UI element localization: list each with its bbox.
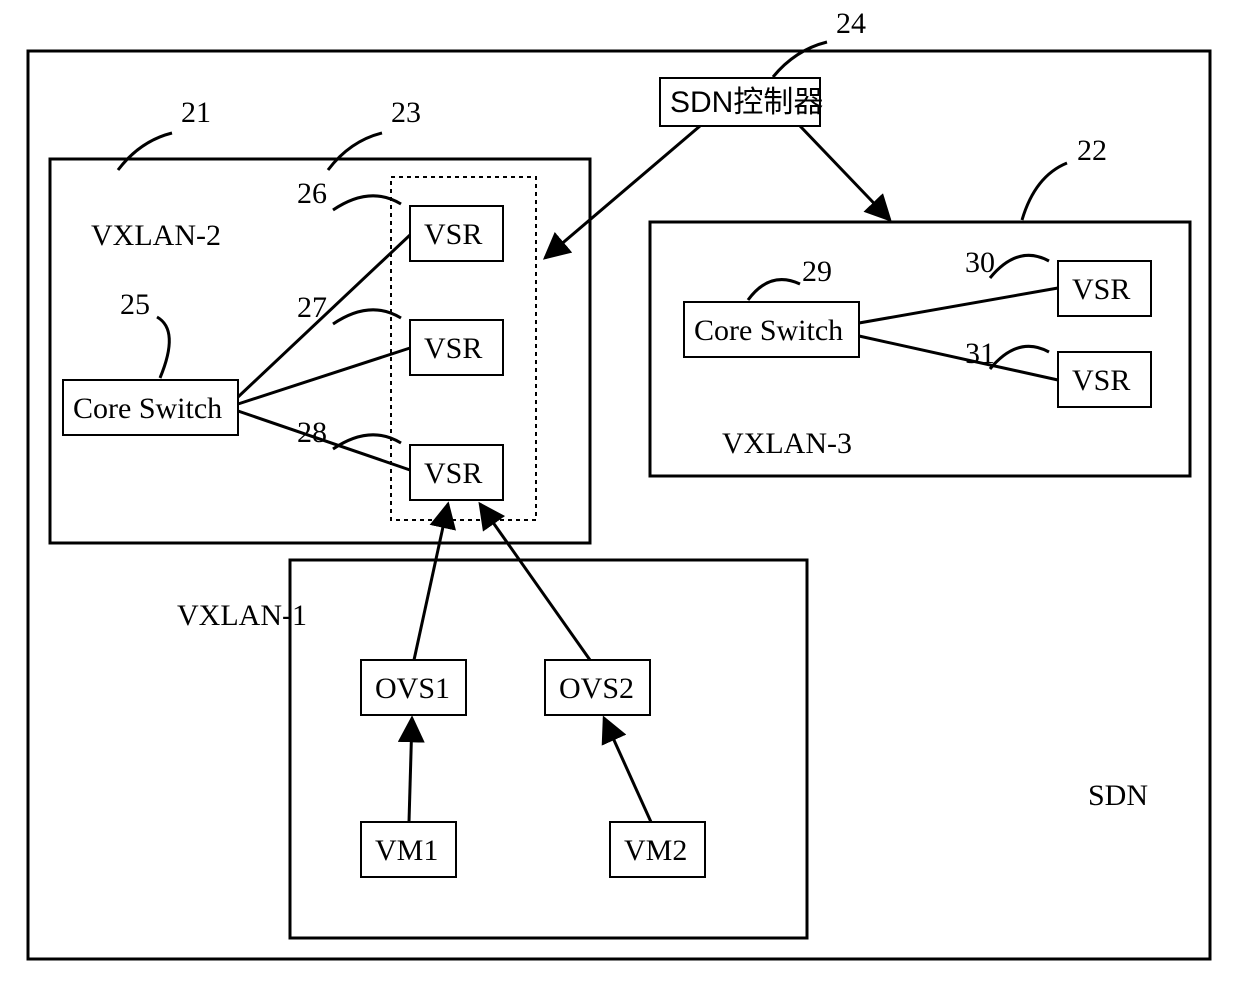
vsr-28-label: VSR (424, 457, 482, 490)
ref-23: 23 (391, 96, 421, 129)
sdn-label: SDN (1088, 779, 1148, 812)
ref-21: 21 (181, 96, 211, 129)
core-switch-a-label: Core Switch (73, 392, 222, 425)
arrow-controller-to-vxlan3 (800, 126, 890, 220)
ref-30: 30 (965, 246, 995, 279)
conn-cs-vsr26 (238, 235, 410, 397)
ref-29: 29 (802, 255, 832, 288)
conn-cs-vsr27 (238, 348, 410, 404)
vm2-label: VM2 (624, 834, 687, 867)
vm1-label: VM1 (375, 834, 438, 867)
vxlan3-label: VXLAN-3 (722, 427, 852, 460)
pointer-21 (118, 133, 172, 170)
vxlan2-region (50, 159, 590, 543)
arrow-vm2-ovs2 (604, 718, 651, 822)
ref-26: 26 (297, 177, 327, 210)
arrow-controller-to-group23 (545, 126, 700, 258)
vsr-27-label: VSR (424, 332, 482, 365)
pointer-25 (157, 317, 169, 378)
arrow-ovs2-vsr28 (480, 504, 590, 660)
sdn-controller-label: SDN控制器 (670, 86, 823, 119)
ref-25: 25 (120, 288, 150, 321)
vxlan1-label: VXLAN-1 (177, 599, 307, 632)
ovs1-label: OVS1 (375, 672, 450, 705)
arrow-ovs1-vsr28 (414, 504, 448, 660)
vsr-30-label: VSR (1072, 273, 1130, 306)
ref-24: 24 (836, 7, 866, 40)
pointer-22 (1022, 163, 1067, 220)
vsr-26-label: VSR (424, 218, 482, 251)
conn-csb-vsr31 (859, 336, 1058, 380)
conn-csb-vsr30 (859, 288, 1058, 323)
vxlan1-region (290, 560, 807, 938)
vsr-31-label: VSR (1072, 364, 1130, 397)
core-switch-b-label: Core Switch (694, 314, 843, 347)
vxlan2-label: VXLAN-2 (91, 219, 221, 252)
arrow-vm1-ovs1 (409, 718, 412, 822)
pointer-27 (333, 310, 401, 324)
ovs2-label: OVS2 (559, 672, 634, 705)
pointer-24 (773, 42, 827, 77)
pointer-30 (990, 255, 1049, 278)
ref-22: 22 (1077, 134, 1107, 167)
pointer-23 (328, 133, 382, 170)
pointer-29 (748, 280, 800, 300)
